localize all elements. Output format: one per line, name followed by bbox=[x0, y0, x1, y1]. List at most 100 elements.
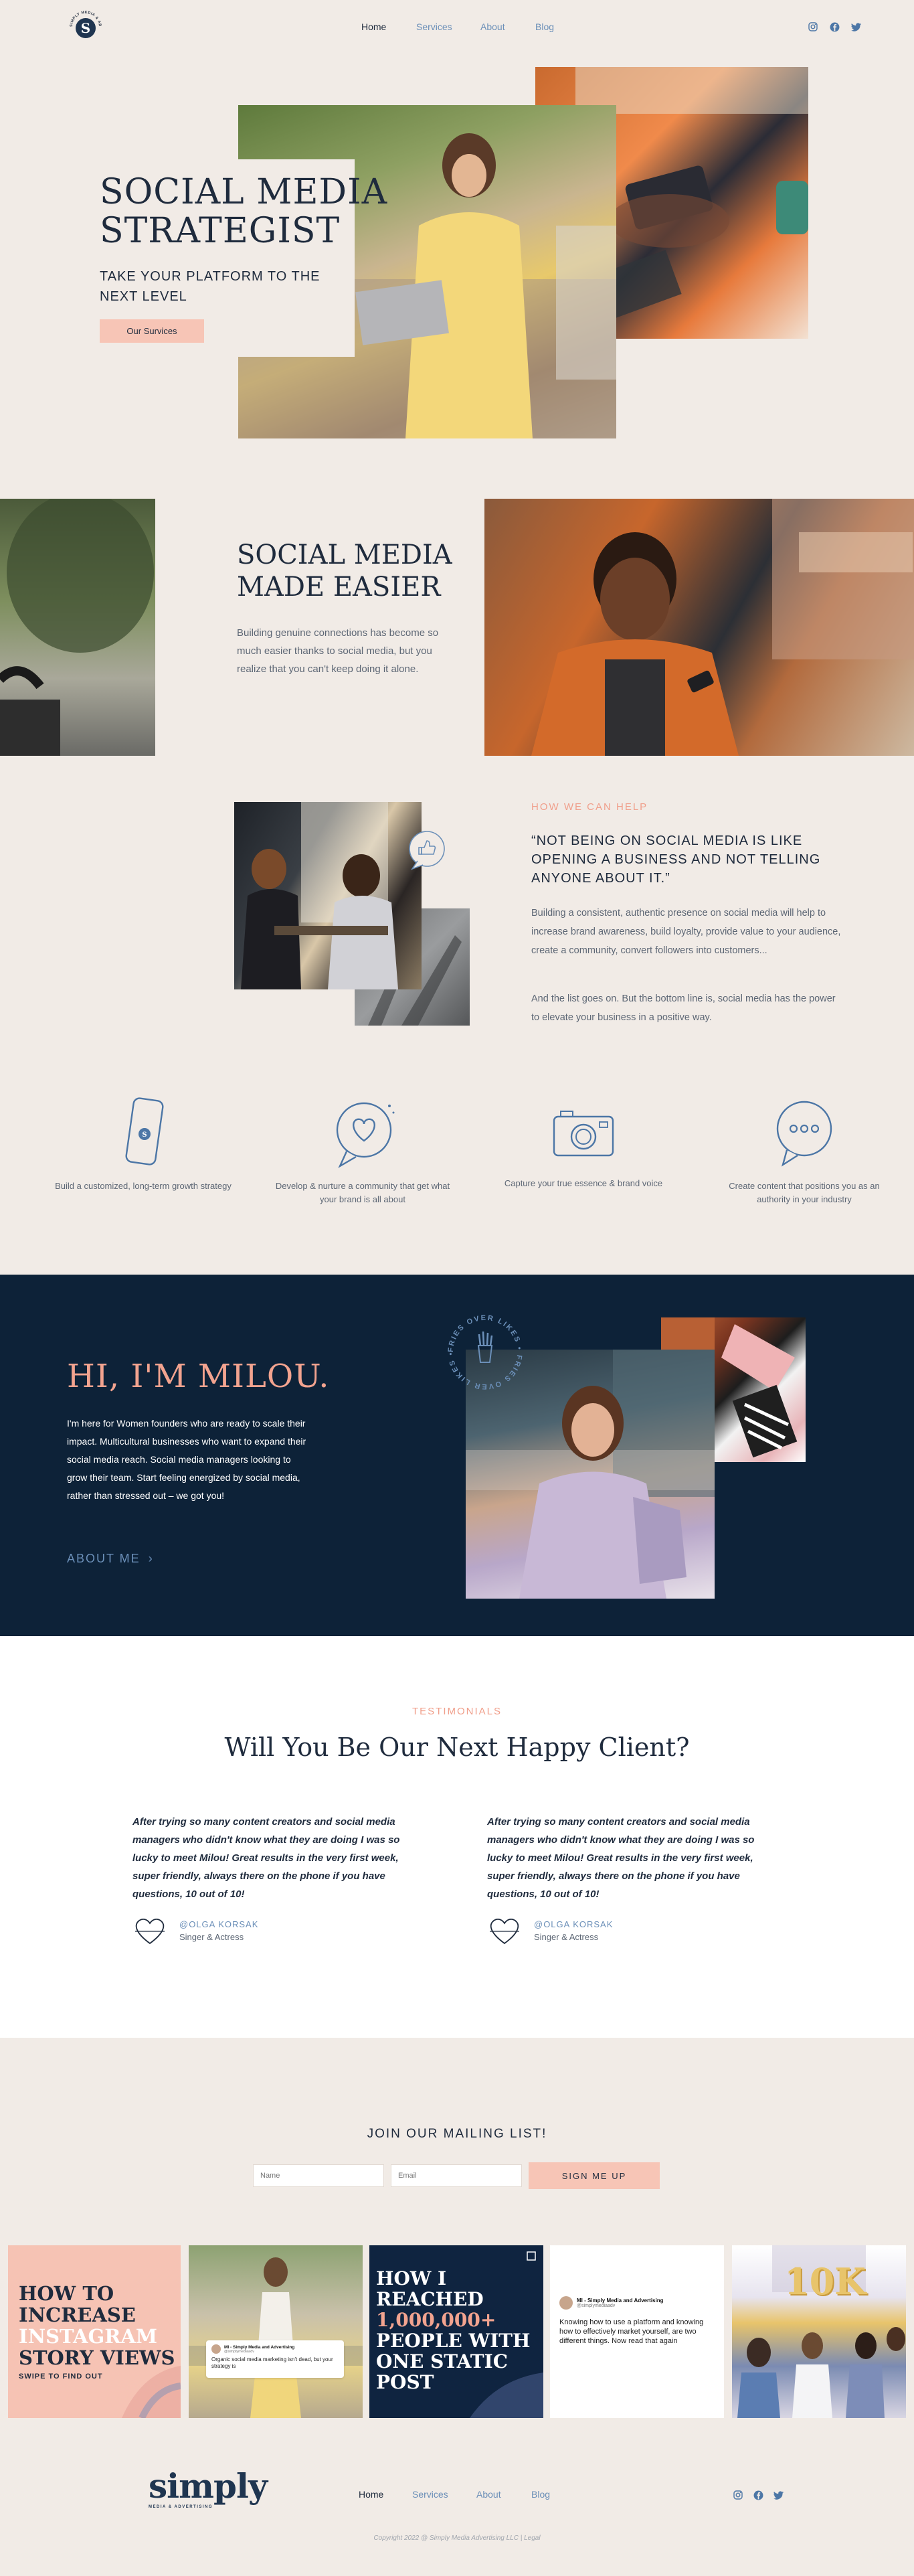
about-body: I'm here for Women founders who are read… bbox=[67, 1418, 306, 1501]
testimonial-quote: After trying so many content creators an… bbox=[132, 1816, 400, 1900]
about-me-label: ABOUT ME bbox=[67, 1552, 141, 1565]
testimonial-quote: After trying so many content creators an… bbox=[487, 1816, 755, 1900]
mailing-form: SIGN ME UP bbox=[253, 2162, 660, 2189]
avatar bbox=[559, 2296, 573, 2310]
nav-social bbox=[807, 21, 862, 33]
phone-icon: S bbox=[116, 1097, 170, 1170]
nav-services[interactable]: Services bbox=[416, 21, 480, 33]
help-para1: Building a consistent, authentic presenc… bbox=[531, 908, 841, 956]
chevron-right-icon: › bbox=[148, 1552, 154, 1565]
hero-title-line1: SOCIAL MEDIA bbox=[100, 172, 388, 212]
name-input[interactable] bbox=[253, 2164, 384, 2187]
testimonial-role: Singer & Actress bbox=[179, 1932, 244, 1942]
ig-line: INCREASE bbox=[19, 2304, 136, 2326]
ig-line: POST bbox=[376, 2371, 434, 2393]
feature-text: Capture your true essence & brand voice bbox=[504, 1178, 663, 1188]
like-bubble-icon bbox=[403, 827, 450, 874]
balloon-10k: 10K bbox=[784, 2260, 866, 2303]
testimonials-title: Will You Be Our Next Happy Client? bbox=[224, 1733, 690, 1762]
feature-text: Develop & nurture a community that get w… bbox=[275, 1181, 450, 1204]
site-logo[interactable]: S SIMPLY MEDIA & ADVERTISING bbox=[66, 5, 104, 46]
instagram-post[interactable]: 10K bbox=[732, 2245, 906, 2418]
fries-over-likes-badge: FRIES OVER LIKES • FRIES OVER LIKES • bbox=[442, 1309, 529, 1396]
logo-badge-icon: S SIMPLY MEDIA & ADVERTISING bbox=[66, 5, 104, 45]
email-input[interactable] bbox=[391, 2164, 522, 2187]
feature-text: Build a customized, long-term growth str… bbox=[55, 1181, 232, 1191]
footer-logo-wordmark: simply bbox=[149, 2466, 268, 2506]
testimonial-role: Singer & Actress bbox=[534, 1932, 599, 1942]
footer-social bbox=[732, 2489, 784, 2501]
hero-subtitle: TAKE YOUR PLATFORM TO THE NEXT LEVEL bbox=[100, 266, 321, 307]
heart-icon bbox=[132, 1917, 167, 1945]
sign-me-up-button[interactable]: SIGN ME UP bbox=[529, 2162, 660, 2189]
instagram-icon[interactable] bbox=[732, 2489, 744, 2501]
ig-line: ONE STATIC bbox=[376, 2350, 509, 2372]
ig-post-text: Organic social media marketing isn't dea… bbox=[211, 2356, 333, 2369]
about-me-link[interactable]: ABOUT ME › bbox=[67, 1552, 154, 1566]
nav-about[interactable]: About bbox=[480, 21, 535, 33]
nav-home[interactable]: Home bbox=[361, 21, 416, 33]
instagram-post[interactable]: HOW I REACHED 1,000,000+ PEOPLE WITH ONE… bbox=[369, 2245, 543, 2418]
help-heading: “NOT BEING ON SOCIAL MEDIA IS LIKE OPENI… bbox=[531, 833, 821, 886]
about-title: HI, I'M MILOU. bbox=[67, 1358, 330, 1395]
ig-line: 1,000,000+ bbox=[376, 2309, 496, 2331]
testimonials-eyebrow: TESTIMONIALS bbox=[412, 1706, 502, 1717]
feature-item: Create content that positions you as an … bbox=[712, 1097, 897, 1206]
svg-text:S: S bbox=[81, 20, 90, 36]
easier-photo-man-phone bbox=[484, 499, 914, 756]
hero-title: SOCIAL MEDIA STRATEGIST bbox=[100, 173, 387, 250]
hero-title-line2: STRATEGIST bbox=[100, 211, 341, 251]
heart-chat-icon bbox=[329, 1097, 396, 1170]
help-para2: And the list goes on. But the bottom lin… bbox=[531, 993, 836, 1023]
chat-bubble-icon bbox=[771, 1097, 838, 1170]
twitter-icon[interactable] bbox=[772, 2489, 784, 2501]
footer-nav: Home Services About Blog bbox=[359, 2489, 550, 2500]
hero-subtitle-line2: NEXT LEVEL bbox=[100, 289, 187, 304]
hero-subtitle-line1: TAKE YOUR PLATFORM TO THE bbox=[100, 269, 321, 284]
testimonial-card: After trying so many content creators an… bbox=[487, 1813, 782, 1945]
ig-post-text: Knowing how to use a platform and knowin… bbox=[559, 2318, 704, 2345]
easier-photo-plant-bench bbox=[0, 499, 155, 756]
twitter-icon[interactable] bbox=[850, 21, 862, 33]
footer-nav-about[interactable]: About bbox=[476, 2489, 531, 2500]
ig-handle: @simplymediaadv bbox=[224, 2349, 255, 2354]
testimonial-name: @OLGA KORSAK bbox=[179, 1919, 259, 1929]
camera-icon bbox=[550, 1097, 617, 1163]
svg-text:FRIES OVER LIKES • FRIES OVER: FRIES OVER LIKES • FRIES OVER LIKES • bbox=[447, 1314, 523, 1390]
footer-nav-blog[interactable]: Blog bbox=[531, 2489, 550, 2500]
main-nav: Home Services About Blog bbox=[361, 21, 554, 33]
easier-title: SOCIAL MEDIA MADE EASIER bbox=[237, 539, 452, 603]
ig-line: INSTAGRAM bbox=[19, 2325, 157, 2348]
easier-title-line1: SOCIAL MEDIA bbox=[237, 540, 452, 570]
easier-title-line2: MADE EASIER bbox=[237, 572, 441, 602]
footer-nav-services[interactable]: Services bbox=[412, 2489, 476, 2500]
ig-line: REACHED bbox=[376, 2288, 484, 2310]
ig-cta: SWIPE TO FIND OUT bbox=[19, 2372, 103, 2381]
our-services-button[interactable]: Our Survices bbox=[100, 319, 204, 343]
instagram-icon[interactable] bbox=[807, 21, 819, 33]
facebook-icon[interactable] bbox=[828, 21, 840, 33]
help-eyebrow: HOW WE CAN HELP bbox=[531, 801, 648, 813]
help-photo-cafe-women bbox=[234, 802, 422, 989]
testimonial-card: After trying so many content creators an… bbox=[132, 1813, 427, 1945]
ig-line: HOW TO bbox=[19, 2282, 114, 2305]
ig-line: HOW I bbox=[376, 2267, 447, 2289]
feature-item: S Build a customized, long-term growth s… bbox=[51, 1097, 236, 1193]
svg-text:S: S bbox=[142, 1131, 147, 1139]
instagram-post[interactable]: MI - Simply Media and Advertising @simpl… bbox=[189, 2245, 363, 2418]
ig-handle: @simplymediaadv bbox=[577, 2304, 616, 2308]
feature-text: Create content that positions you as an … bbox=[729, 1181, 880, 1204]
ig-account: MI - Simply Media and Advertising bbox=[224, 2344, 295, 2350]
nav-blog[interactable]: Blog bbox=[535, 21, 554, 33]
ig-line: STORY VIEWS bbox=[19, 2346, 175, 2369]
instagram-post[interactable]: HOW TO INCREASE INSTAGRAM STORY VIEWS SW… bbox=[8, 2245, 181, 2418]
easier-body: Building genuine connections has become … bbox=[237, 627, 439, 675]
ig-line: PEOPLE WITH bbox=[376, 2330, 531, 2352]
facebook-icon[interactable] bbox=[752, 2489, 764, 2501]
footer-logo[interactable]: simply MEDIA & ADVERTISING bbox=[149, 2466, 268, 2510]
testimonial-name: @OLGA KORSAK bbox=[534, 1919, 614, 1929]
mailing-title: JOIN OUR MAILING LIST! bbox=[367, 2127, 547, 2141]
instagram-post[interactable]: MI - Simply Media and Advertising @simpl… bbox=[550, 2245, 724, 2418]
feature-item: Develop & nurture a community that get w… bbox=[270, 1097, 455, 1206]
footer-nav-home[interactable]: Home bbox=[359, 2489, 412, 2500]
